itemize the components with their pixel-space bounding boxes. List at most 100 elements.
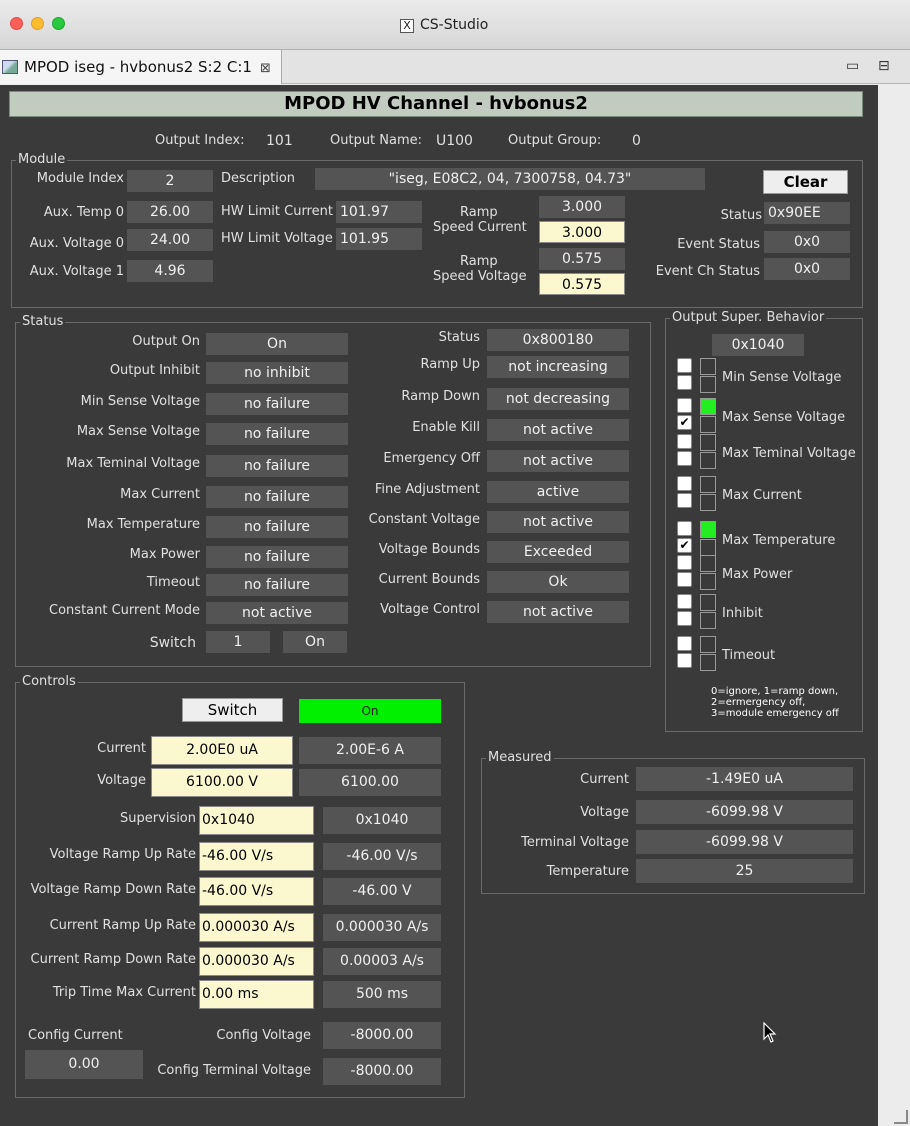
osb-legend-line2: 2=ermergency off, [711, 697, 806, 708]
status-value: no failure [206, 455, 348, 477]
editor-tabbar: MPOD iseg - hvbonus2 S:2 C:1 ⊠ ▭ ⊟ [0, 50, 910, 84]
osb-checkbox-bit1[interactable] [677, 555, 692, 570]
window-title-text: CS-Studio [420, 17, 489, 33]
status-value: Ok [487, 571, 629, 593]
osb-led-bit1 [700, 398, 716, 415]
osb-value: 0x1040 [712, 334, 804, 356]
hw-limit-voltage-value: 101.95 [336, 228, 422, 250]
measured-label: Temperature [546, 864, 629, 879]
ramp-speed-voltage-label2: Speed Voltage [433, 269, 527, 284]
status-value: not increasing [487, 356, 629, 378]
osb-checkbox-bit1[interactable] [677, 521, 692, 536]
osb-checkbox-bit0[interactable]: ✔ [677, 415, 692, 430]
control-input[interactable]: 6100.00 V [151, 768, 293, 797]
control-input[interactable]: 2.00E0 uA [151, 736, 293, 765]
osb-item-label: Inhibit [722, 606, 763, 621]
hw-limit-current-label: HW Limit Current [221, 204, 333, 219]
ramp-speed-voltage-readback: 0.575 [539, 248, 625, 270]
minimize-window-button[interactable] [31, 17, 44, 30]
ramp-speed-current-input[interactable]: 3.000 [539, 221, 625, 243]
module-status-value: 0x90EE [764, 202, 850, 224]
status-group-title: Status [20, 314, 66, 330]
control-readback: 0.000030 A/s [323, 914, 441, 941]
osb-checkbox-bit1[interactable] [677, 636, 692, 651]
status-label: Status [438, 330, 480, 345]
control-input[interactable]: 0.000030 A/s [199, 913, 314, 942]
control-label: Voltage Ramp Up Rate [49, 847, 196, 862]
zoom-window-button[interactable] [52, 17, 65, 30]
control-label: Voltage Ramp Down Rate [30, 882, 196, 897]
osb-checkbox-bit1[interactable] [677, 398, 692, 413]
osb-legend-line3: 3=module emergency off [711, 708, 839, 719]
maximize-view-icon[interactable]: ⊟ [878, 58, 890, 74]
close-tab-icon[interactable]: ⊠ [260, 61, 271, 76]
osb-led-bit1 [700, 476, 716, 493]
osb-checkbox-bit1[interactable] [677, 434, 692, 449]
osb-led-bit1 [700, 358, 716, 375]
module-status-label: Status [720, 208, 762, 223]
status-switch-label: Switch [149, 635, 196, 651]
output-group-value: 0 [632, 133, 641, 149]
osb-led-bit1 [700, 521, 716, 538]
control-input[interactable]: 0x1040 [199, 806, 314, 835]
osb-checkbox-bit1[interactable] [677, 358, 692, 373]
status-value: not active [487, 450, 629, 472]
osb-checkbox-bit0[interactable] [677, 653, 692, 668]
status-value: active [487, 481, 629, 503]
osb-checkbox-bit0[interactable] [677, 611, 692, 626]
clear-button[interactable]: Clear [763, 170, 848, 194]
resize-grip-icon[interactable] [894, 1110, 908, 1124]
osb-checkbox-bit1[interactable] [677, 476, 692, 491]
aux-voltage1-value: 4.96 [127, 260, 213, 282]
osb-checkbox-bit1[interactable] [677, 594, 692, 609]
measured-label: Current [580, 772, 629, 787]
osb-item-label: Max Power [722, 567, 793, 582]
control-input[interactable]: 0.000030 A/s [199, 947, 314, 976]
osb-checkbox-bit0[interactable] [677, 451, 692, 466]
description-label: Description [221, 171, 296, 186]
close-window-button[interactable] [10, 17, 23, 30]
osb-led-bit0 [700, 654, 716, 671]
control-input[interactable]: -46.00 V/s [199, 842, 314, 871]
osb-checkbox-bit0[interactable]: ✔ [677, 538, 692, 553]
status-label: Max Sense Voltage [76, 424, 200, 439]
status-label: Min Sense Voltage [80, 394, 200, 409]
osb-item-label: Max Sense Voltage [722, 410, 846, 425]
control-input[interactable]: 0.00 ms [199, 980, 314, 1009]
osb-item-label: Min Sense Voltage [722, 370, 842, 385]
status-label: Ramp Down [401, 389, 480, 404]
hw-limit-current-value: 101.97 [336, 201, 422, 223]
controls-group-title: Controls [20, 674, 78, 690]
status-label: Constant Voltage [368, 512, 480, 527]
osb-led-bit0 [700, 416, 716, 433]
config-current-value: 0.00 [25, 1050, 143, 1079]
tab-mpod-iseg[interactable]: MPOD iseg - hvbonus2 S:2 C:1 ⊠ [0, 50, 282, 84]
osb-checkbox-bit0[interactable] [677, 375, 692, 390]
control-label: Trip Time Max Current [52, 985, 196, 1000]
status-label: Ramp Up [420, 357, 480, 372]
control-input[interactable]: -46.00 V/s [199, 877, 314, 906]
status-value: no failure [206, 393, 348, 415]
switch-button[interactable]: Switch [182, 698, 283, 722]
status-value: no inhibit [206, 362, 348, 384]
window-titlebar: X CS-Studio [0, 0, 910, 50]
ramp-speed-current-readback: 3.000 [539, 196, 625, 218]
output-name-label: Output Name: [330, 133, 423, 148]
osb-led-bit1 [700, 555, 716, 572]
config-terminal-voltage-value: -8000.00 [323, 1058, 441, 1085]
control-label: Current Ramp Down Rate [30, 952, 197, 967]
osb-group-title: Output Super. Behavior [670, 310, 827, 326]
status-label: Max Temperature [86, 517, 200, 532]
status-switch-state: On [283, 631, 347, 653]
osb-item-label: Max Current [722, 488, 802, 503]
measured-label: Terminal Voltage [521, 835, 629, 850]
minimize-view-icon[interactable]: ▭ [846, 58, 859, 74]
ramp-speed-voltage-input[interactable]: 0.575 [539, 273, 625, 295]
ramp-speed-voltage-label1: Ramp [460, 254, 498, 269]
output-index-value: 101 [266, 133, 293, 149]
osb-checkbox-bit0[interactable] [677, 493, 692, 508]
aux-voltage1-label: Aux. Voltage 1 [29, 264, 124, 279]
osb-checkbox-bit0[interactable] [677, 572, 692, 587]
status-value: no failure [206, 546, 348, 568]
status-value: Exceeded [487, 541, 629, 563]
